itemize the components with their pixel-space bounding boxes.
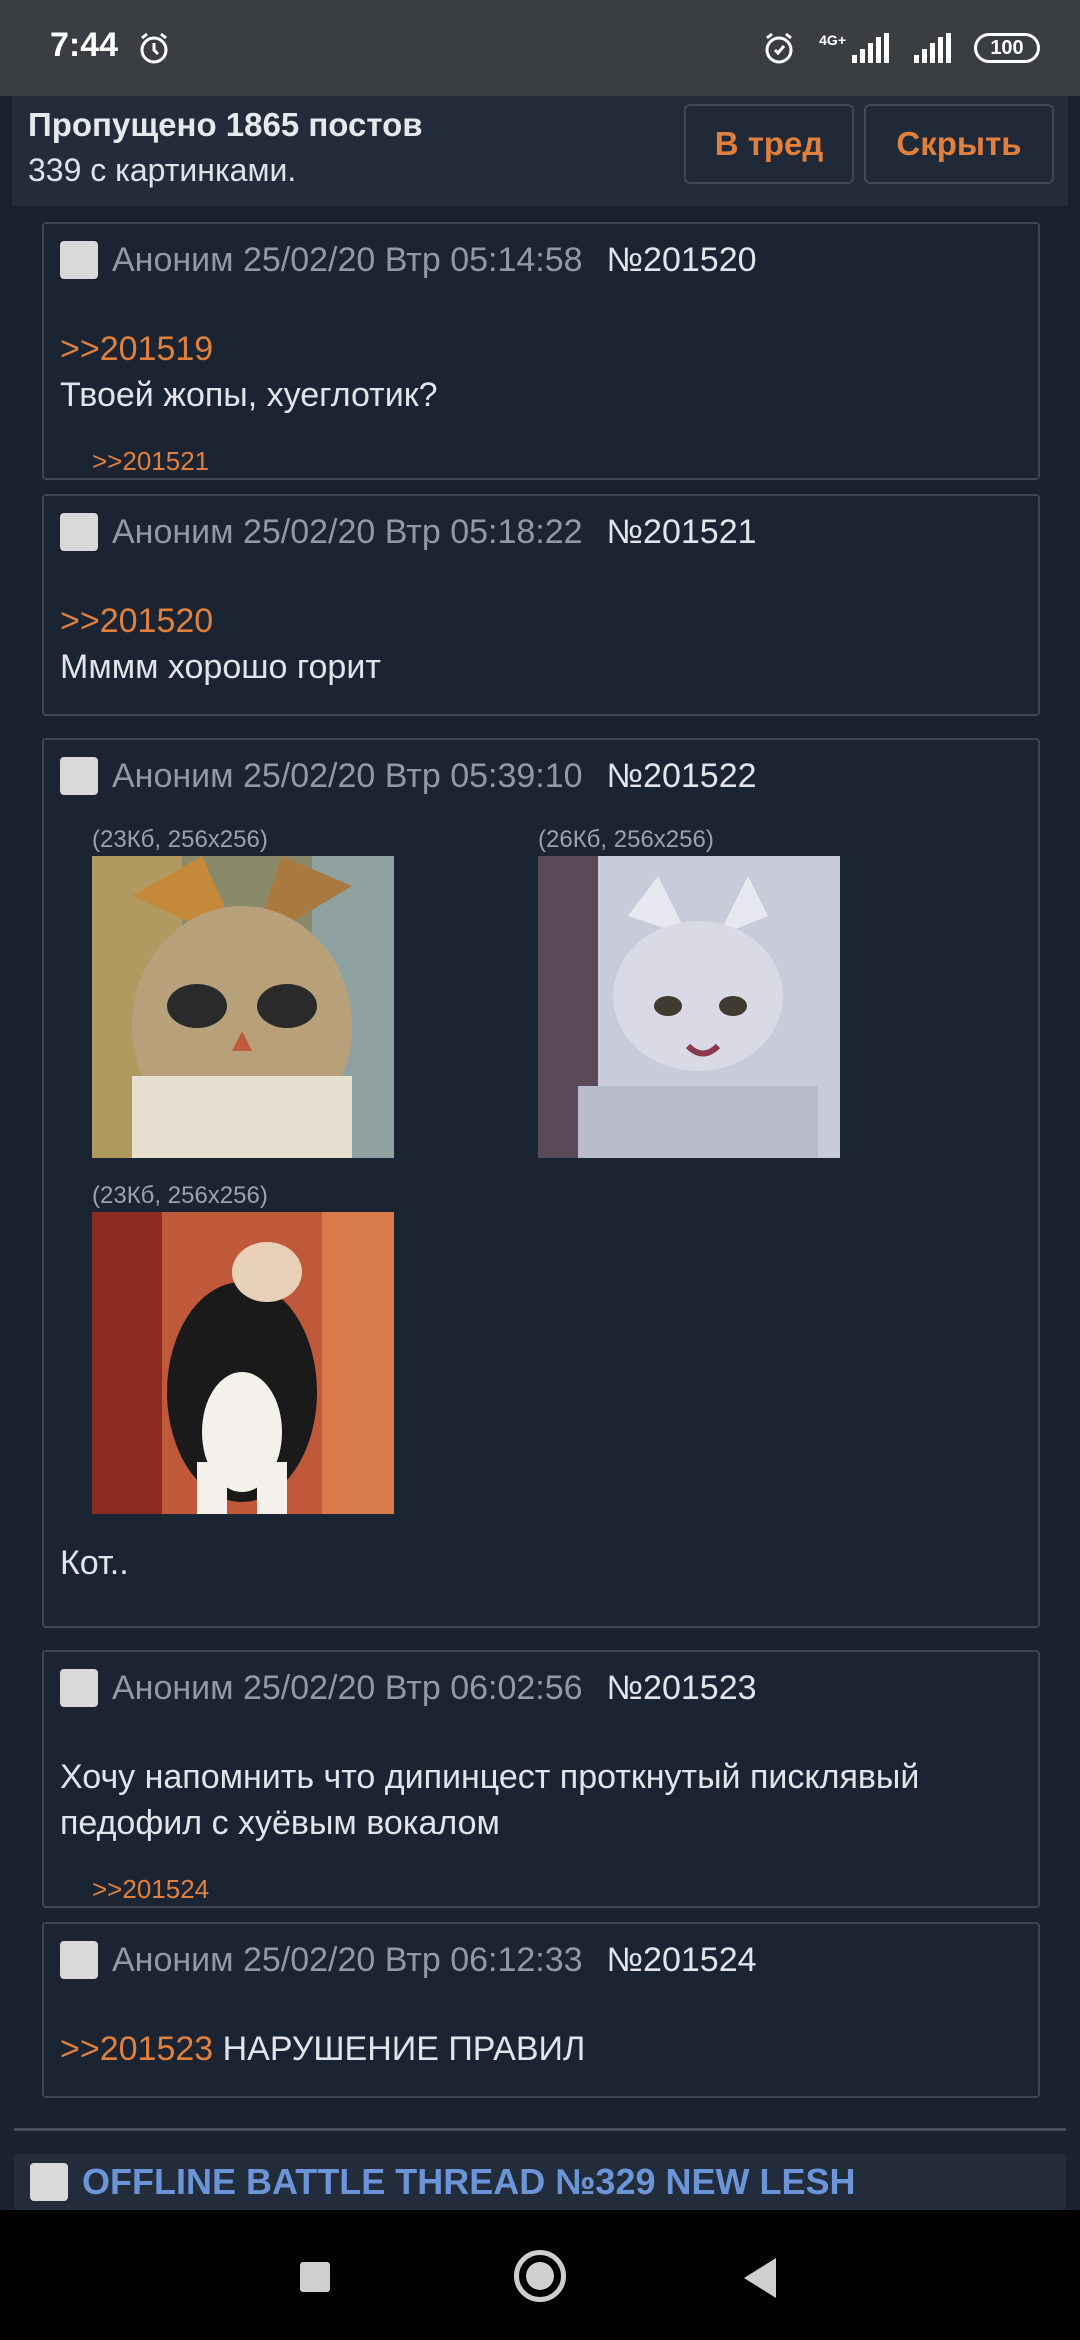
battery-icon: 100 <box>974 33 1040 63</box>
image-meta: (26Кб, 256x256) <box>538 826 714 853</box>
post-text: НАРУШЕНИЕ ПРАВИЛ <box>222 2030 586 2068</box>
status-time: 7:44 <box>50 26 119 64</box>
post-text-line: педофил с хуёвым вокалом <box>60 1804 500 1842</box>
image-meta: (23Кб, 256x256) <box>92 1182 268 1209</box>
cat-image-thumbnail[interactable] <box>538 856 840 1158</box>
recents-square-icon[interactable] <box>300 2262 330 2292</box>
post-number[interactable]: №201520 <box>607 241 757 280</box>
post-number[interactable]: №201522 <box>607 757 757 796</box>
post-checkbox[interactable] <box>60 757 98 795</box>
post-body: >>201523 НАРУШЕНИЕ ПРАВИЛ <box>60 2026 585 2072</box>
post-text: Твоей жопы, хуеглотик? <box>60 376 438 414</box>
post-author-date: Аноним 25/02/20 Втр 06:12:33 <box>112 1940 583 1979</box>
post-checkbox[interactable] <box>60 1669 98 1707</box>
post-number[interactable]: №201523 <box>607 1669 757 1708</box>
post-body: >>201519 Твоей жопы, хуеглотик? <box>60 326 438 418</box>
reply-link[interactable]: >>201520 <box>60 598 381 644</box>
status-bar: 7:44 4G+ 100 <box>0 0 1080 96</box>
thread-divider <box>14 2128 1066 2131</box>
post-header: Аноним 25/02/20 Втр 05:39:10 №201522 <box>60 754 757 798</box>
image-meta: (23Кб, 256x256) <box>92 826 268 853</box>
alarm-icon <box>140 32 168 64</box>
post: Аноним 25/02/20 Втр 05:39:10 №201522 (23… <box>42 738 1040 1628</box>
post-author-date: Аноним 25/02/20 Втр 06:02:56 <box>112 1668 583 1707</box>
post: Аноним 25/02/20 Втр 05:18:22 №201521 >>2… <box>42 494 1040 716</box>
post-text-line: Хочу напомнить что дипинцест проткнутый … <box>60 1758 920 1796</box>
post: Аноним 25/02/20 Втр 05:14:58 №201520 >>2… <box>42 222 1040 480</box>
post-text: Кот.. <box>60 1544 129 1582</box>
thread-checkbox[interactable] <box>30 2163 68 2201</box>
post-checkbox[interactable] <box>60 241 98 279</box>
thread-summary-bar: Пропущено 1865 постов 339 с картинками. … <box>12 96 1068 206</box>
post-header: Аноним 25/02/20 Втр 06:02:56 №201523 <box>60 1666 757 1710</box>
post-author-date: Аноним 25/02/20 Втр 05:14:58 <box>112 240 583 279</box>
post-header: Аноним 25/02/20 Втр 05:18:22 №201521 <box>60 510 757 554</box>
post-body: >>201520 Мммм хорошо горит <box>60 598 381 690</box>
backlink[interactable]: >>201524 <box>92 1874 209 1905</box>
post: Аноним 25/02/20 Втр 06:02:56 №201523 Хоч… <box>42 1650 1040 1908</box>
backlink[interactable]: >>201521 <box>92 446 209 477</box>
alarm-icon <box>765 32 793 64</box>
post-author-date: Аноним 25/02/20 Втр 05:18:22 <box>112 512 583 551</box>
reply-link[interactable]: >>201523 <box>60 2030 213 2068</box>
next-thread-header[interactable]: OFFLINE BATTLE THREAD №329 NEW LESH <box>14 2154 1066 2210</box>
post: Аноним 25/02/20 Втр 06:12:33 №201524 >>2… <box>42 1922 1040 2098</box>
post-author-date: Аноним 25/02/20 Втр 05:39:10 <box>112 756 583 795</box>
post-header: Аноним 25/02/20 Втр 05:14:58 №201520 <box>60 238 757 282</box>
hide-button[interactable]: Скрыть <box>864 104 1054 184</box>
to-thread-button[interactable]: В тред <box>684 104 854 184</box>
thread-title[interactable]: OFFLINE BATTLE THREAD №329 NEW LESH <box>82 2161 856 2203</box>
signal-icon <box>852 33 889 63</box>
post-number[interactable]: №201521 <box>607 513 757 552</box>
back-triangle-icon[interactable] <box>744 2258 776 2298</box>
post-text: Мммм хорошо горит <box>60 648 381 686</box>
images-count: 339 с картинками. <box>28 152 297 188</box>
network-label: 4G+ <box>819 32 846 48</box>
post-body: Хочу напомнить что дипинцест проткнутый … <box>60 1754 919 1846</box>
status-icons: 4G+ 100 <box>761 26 1040 70</box>
cat-image-thumbnail[interactable] <box>92 856 394 1158</box>
post-number[interactable]: №201524 <box>607 1941 757 1980</box>
home-circle-icon[interactable] <box>514 2250 566 2302</box>
reply-link[interactable]: >>201519 <box>60 326 438 372</box>
post-checkbox[interactable] <box>60 513 98 551</box>
post-header: Аноним 25/02/20 Втр 06:12:33 №201524 <box>60 1938 757 1982</box>
post-checkbox[interactable] <box>60 1941 98 1979</box>
signal-icon <box>914 33 951 63</box>
cat-image-thumbnail[interactable] <box>92 1212 394 1514</box>
skipped-posts-count: Пропущено 1865 постов <box>28 106 423 143</box>
